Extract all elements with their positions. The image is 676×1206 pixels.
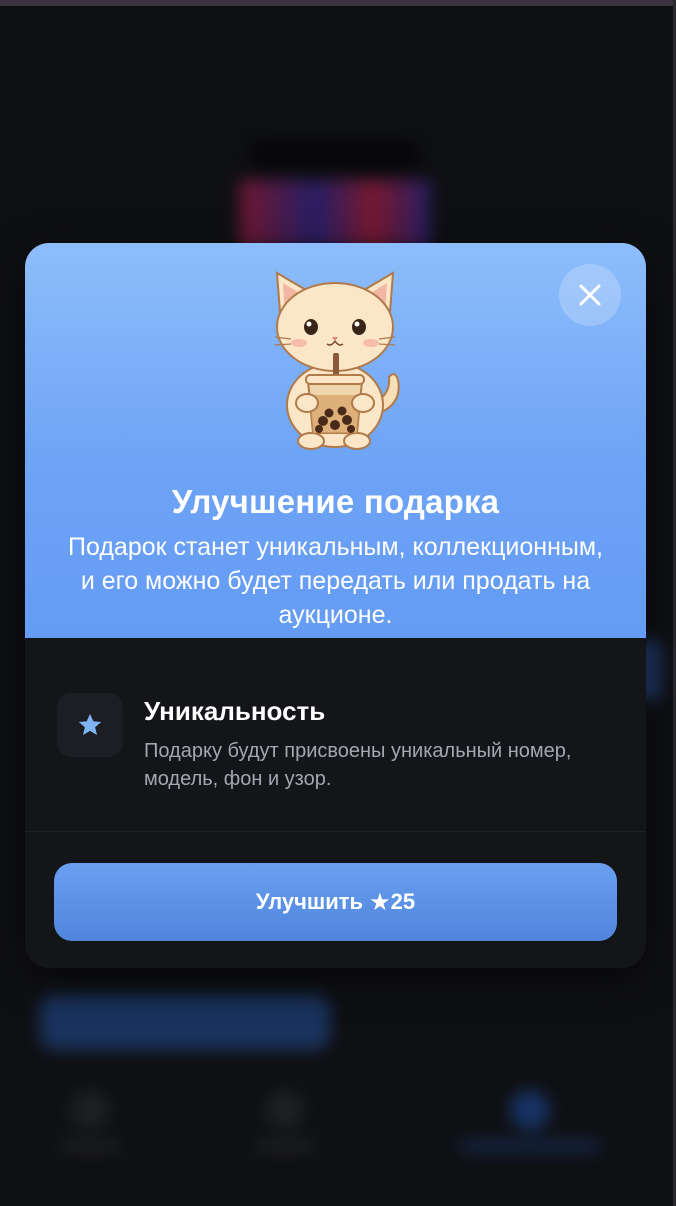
feature-description: Подарку будут присвоены уникальный номер… bbox=[144, 740, 572, 790]
feature-uniqueness: Уникальность Подарку будут присвоены уни… bbox=[57, 693, 617, 793]
background-bottom-nav bbox=[0, 1070, 676, 1206]
modal-hero: Улучшение подарка Подарок станет уникаль… bbox=[25, 243, 646, 638]
upgrade-gift-modal: Улучшение подарка Подарок станет уникаль… bbox=[25, 243, 646, 968]
feature-title: Уникальность bbox=[144, 696, 326, 726]
modal-description: Подарок станет уникальным, коллекционным… bbox=[68, 533, 603, 629]
upgrade-button-price: 25 bbox=[390, 889, 416, 914]
background-gift-image bbox=[240, 180, 430, 250]
background-nav-item bbox=[55, 1090, 125, 1170]
divider bbox=[25, 831, 646, 832]
close-icon bbox=[579, 284, 601, 306]
modal-title: Улучшение подарка bbox=[171, 483, 500, 520]
background-button bbox=[40, 995, 330, 1050]
star-icon: ★ bbox=[369, 888, 391, 916]
star-icon bbox=[78, 713, 102, 736]
upgrade-button-label: Улучшить bbox=[255, 889, 364, 914]
background-nav-item bbox=[250, 1090, 320, 1170]
close-button[interactable] bbox=[559, 264, 621, 326]
cat-boba-tea-sticker bbox=[274, 271, 400, 450]
feature-icon-container bbox=[57, 693, 123, 757]
upgrade-button[interactable]: Улучшить ★ 25 bbox=[54, 863, 617, 941]
background-header-block bbox=[250, 140, 420, 170]
background-nav-item-active bbox=[460, 1090, 600, 1170]
